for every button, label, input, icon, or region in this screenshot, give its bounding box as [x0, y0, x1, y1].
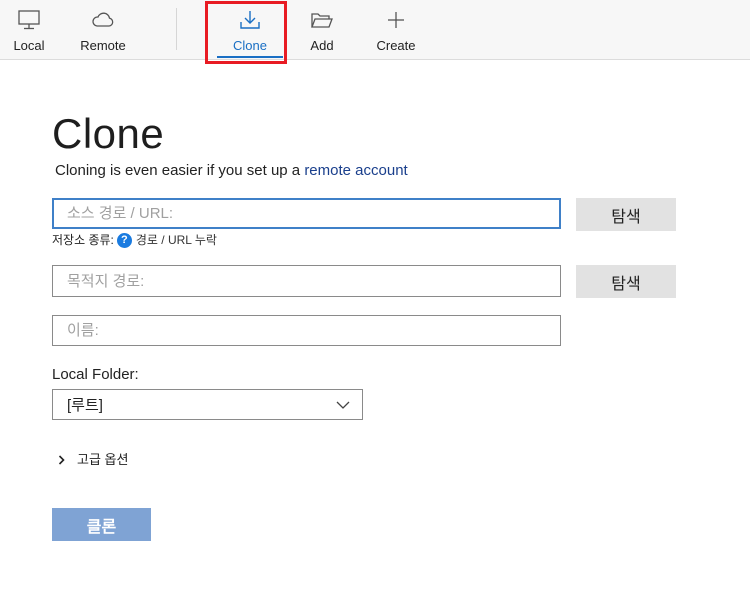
- toolbar: Local Remote Clone Add Create: [0, 0, 750, 60]
- page-title: Clone: [52, 110, 165, 157]
- toolbar-create-label: Create: [376, 38, 416, 53]
- advanced-options-label: 고급 옵션: [77, 452, 129, 467]
- advanced-options-toggle[interactable]: 고급 옵션: [58, 451, 128, 469]
- repo-type-label: 저장소 종류:: [52, 233, 114, 247]
- toolbar-local-button[interactable]: Local: [6, 0, 52, 59]
- toolbar-create-button[interactable]: Create: [372, 0, 420, 59]
- source-url-input[interactable]: [52, 198, 561, 229]
- chevron-right-icon: [58, 455, 65, 465]
- page-subtitle: Cloning is even easier if you set up a r…: [55, 162, 408, 180]
- destination-path-input[interactable]: [52, 265, 561, 297]
- toolbar-add-label: Add: [310, 38, 334, 53]
- local-folder-label: Local Folder:: [52, 366, 139, 383]
- plus-icon: [386, 8, 406, 32]
- download-icon: [238, 8, 262, 32]
- toolbar-clone-button[interactable]: Clone: [211, 0, 289, 59]
- name-input[interactable]: [52, 315, 561, 346]
- toolbar-local-label: Local: [13, 38, 45, 53]
- subtitle-text: Cloning is even easier if you set up a: [55, 162, 305, 179]
- source-browse-button[interactable]: 탐색: [576, 198, 676, 231]
- toolbar-clone-label: Clone: [233, 38, 267, 53]
- destination-browse-button[interactable]: 탐색: [576, 265, 676, 298]
- local-folder-select[interactable]: [루트]: [52, 389, 363, 420]
- repo-type-status: 경로 / URL 누락: [135, 233, 217, 247]
- clone-submit-button[interactable]: 클론: [52, 508, 151, 541]
- local-folder-selected-value: [루트]: [67, 397, 103, 414]
- help-icon[interactable]: ?: [116, 232, 132, 248]
- repo-type-row: 저장소 종류: ? 경로 / URL 누락: [52, 232, 217, 248]
- remote-account-link[interactable]: remote account: [304, 162, 407, 179]
- chevron-down-icon: [336, 398, 350, 416]
- monitor-icon: [17, 8, 41, 32]
- toolbar-separator: [176, 8, 177, 50]
- toolbar-remote-button[interactable]: Remote: [74, 0, 132, 59]
- cloud-icon: [91, 8, 115, 32]
- active-tab-indicator: [217, 56, 283, 58]
- toolbar-remote-label: Remote: [80, 38, 126, 53]
- toolbar-add-button[interactable]: Add: [302, 0, 342, 59]
- folder-open-icon: [310, 8, 334, 32]
